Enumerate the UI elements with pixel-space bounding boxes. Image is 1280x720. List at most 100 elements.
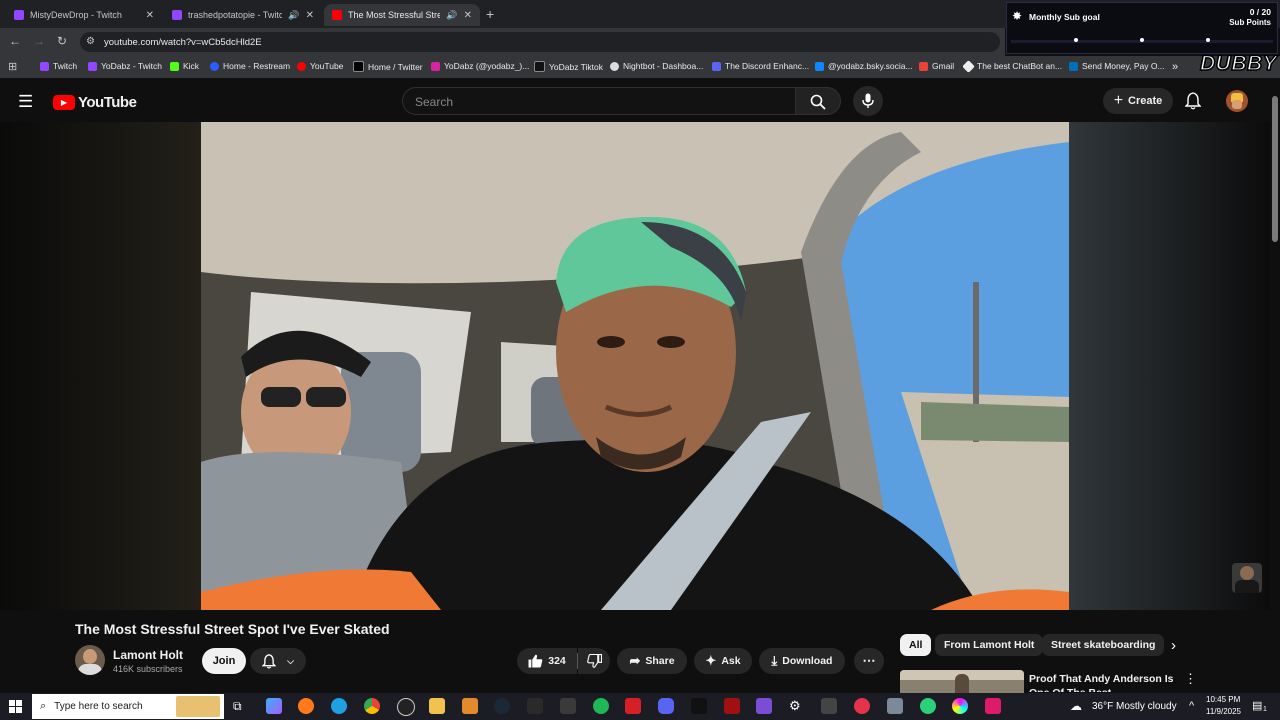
chrome-icon[interactable] [364, 698, 380, 714]
channel-avatar[interactable] [75, 645, 105, 675]
notification-icon[interactable]: ▤ [1252, 699, 1262, 712]
task-view-icon[interactable]: ⧉ [233, 699, 242, 714]
tray-chevron-icon[interactable]: ^ [1189, 700, 1194, 712]
speaker-icon[interactable]: 🔊 [288, 10, 299, 21]
tiktok-live-icon[interactable] [985, 698, 1001, 714]
chip-from-channel[interactable]: From Lamont Holt [935, 634, 1044, 656]
clock-date[interactable]: 11/9/2025 [1206, 707, 1241, 716]
related-more-icon[interactable]: ⋮ [1184, 671, 1197, 687]
page-scrollbar[interactable] [1270, 82, 1280, 692]
nightbot-icon [610, 61, 619, 71]
subscription-bell-button[interactable]: ⌵ [250, 648, 306, 674]
app-icon[interactable] [952, 698, 968, 714]
more-actions-button[interactable]: ⋯ [854, 648, 884, 674]
chip-all[interactable]: All [900, 634, 932, 656]
notifications-bell-icon[interactable] [1185, 92, 1201, 110]
account-avatar[interactable] [1226, 90, 1248, 112]
forward-icon[interactable]: → [33, 34, 45, 48]
app-icon[interactable] [724, 698, 740, 714]
video-title: The Most Stressful Street Spot I've Ever… [75, 621, 390, 637]
youtube-icon [332, 10, 342, 20]
close-tab-icon[interactable]: ✕ [146, 10, 154, 21]
bookmark-item[interactable]: YoDabz (@yodabz_)... [431, 61, 529, 71]
spotify-icon[interactable] [593, 698, 609, 714]
reload-icon[interactable]: ↻ [57, 34, 67, 48]
bookmark-item[interactable]: YouTube [297, 61, 343, 71]
steam-icon[interactable] [494, 698, 510, 714]
weather-text[interactable]: 36°F Mostly cloudy [1092, 701, 1177, 712]
bookmark-item[interactable]: YoDabz - Twitch [88, 61, 162, 71]
site-info-icon[interactable]: ⚙ [86, 36, 95, 47]
video-frame[interactable] [201, 122, 1069, 610]
chevron-right-icon[interactable]: › [1171, 637, 1176, 654]
twitch-icon [88, 61, 97, 71]
bookmarks-more-button[interactable]: » [1172, 61, 1178, 73]
search-button[interactable] [795, 87, 841, 115]
app-icon[interactable] [462, 698, 478, 714]
tab-trashedpotatopie[interactable]: trashedpotatopie - Twitch 🔊 ✕ [164, 4, 322, 26]
windows-start-icon[interactable] [9, 700, 22, 713]
search-input[interactable]: Search [402, 87, 796, 115]
new-tab-button[interactable]: + [486, 6, 494, 22]
bookmark-item[interactable]: @yodabz.bsky.socia... [815, 61, 913, 71]
create-button[interactable]: + Create [1103, 88, 1173, 114]
discord-icon[interactable] [658, 698, 674, 714]
app-icon[interactable] [560, 698, 576, 714]
bookmark-item[interactable]: Kick [170, 61, 199, 71]
app-icon[interactable] [854, 698, 870, 714]
search-icon: ⌕ [40, 700, 47, 712]
bookmark-item[interactable]: The best ChatBot an... [962, 59, 1062, 73]
related-video-thumbnail[interactable] [900, 670, 1024, 694]
tab-mistydewdrop[interactable]: MistyDewDrop - Twitch ✕ [6, 4, 162, 26]
settings-gear-icon[interactable]: ⚙ [789, 698, 801, 714]
dislike-button[interactable] [578, 648, 610, 674]
edge-icon[interactable] [331, 698, 347, 714]
ask-button[interactable]: ✦ Ask [694, 648, 752, 674]
tab-youtube-video[interactable]: The Most Stressful Street Sp 🔊 ✕ [324, 4, 480, 26]
epic-games-icon[interactable] [527, 698, 543, 714]
close-tab-icon[interactable]: ✕ [464, 10, 472, 21]
download-button[interactable]: ⤓ Download [759, 648, 845, 674]
bookmark-item[interactable]: Home - Restream [210, 61, 290, 71]
scrollbar-thumb[interactable] [1272, 96, 1278, 242]
bookmark-item[interactable]: Home / Twitter [353, 61, 423, 72]
weather-icon: ☁ [1070, 699, 1082, 713]
bookmark-item[interactable]: The Discord Enhanc... [712, 61, 809, 71]
close-tab-icon[interactable]: ✕ [306, 10, 314, 21]
speaker-icon[interactable]: 🔊 [446, 10, 457, 21]
youtube-logo[interactable]: ▶ YouTube [53, 94, 137, 111]
chip-street-skateboarding[interactable]: Street skateboarding [1042, 634, 1165, 656]
join-button[interactable]: Join [202, 648, 246, 674]
menu-icon[interactable]: ☰ [18, 92, 33, 112]
restream-icon [210, 61, 219, 71]
firefox-icon[interactable] [298, 698, 314, 714]
back-icon[interactable]: ← [9, 34, 21, 48]
channel-name[interactable]: Lamont Holt [113, 648, 183, 662]
file-explorer-icon[interactable] [429, 698, 445, 714]
clock-time[interactable]: 10:45 PM [1206, 695, 1240, 704]
url-text[interactable]: youtube.com/watch?v=wCb5dcHld2E [104, 37, 262, 48]
app-icon[interactable] [625, 698, 641, 714]
app-icon[interactable] [821, 698, 837, 714]
notification-count: 1 [1263, 706, 1267, 713]
copilot-icon[interactable] [266, 698, 282, 714]
app-icon[interactable] [920, 698, 936, 714]
voice-search-button[interactable] [853, 86, 883, 116]
tiktok-icon [534, 61, 545, 72]
bookmark-item[interactable]: Twitch [40, 61, 77, 71]
obs-icon[interactable] [397, 698, 415, 716]
app-icon[interactable] [887, 698, 903, 714]
bookmark-item[interactable]: YoDabz Tiktok [534, 61, 603, 72]
tiktok-icon[interactable] [691, 698, 707, 714]
taskbar-search-input[interactable]: ⌕ Type here to search [32, 694, 224, 719]
apps-grid-icon[interactable]: ⊞ [8, 60, 17, 73]
bookmark-item[interactable]: Nightbot - Dashboa... [610, 61, 703, 71]
bookmark-item[interactable]: Send Money, Pay O... [1069, 61, 1165, 71]
like-button[interactable]: 324 [517, 648, 577, 674]
plus-icon: + [1113, 92, 1124, 109]
bookmark-item[interactable]: Gmail [919, 61, 954, 71]
related-video-title[interactable]: Proof That Andy Anderson Is One Of The B… [1029, 672, 1179, 692]
sparkle-icon: ✦ [705, 653, 717, 668]
share-button[interactable]: ➦ Share [617, 648, 687, 674]
app-icon[interactable] [756, 698, 772, 714]
